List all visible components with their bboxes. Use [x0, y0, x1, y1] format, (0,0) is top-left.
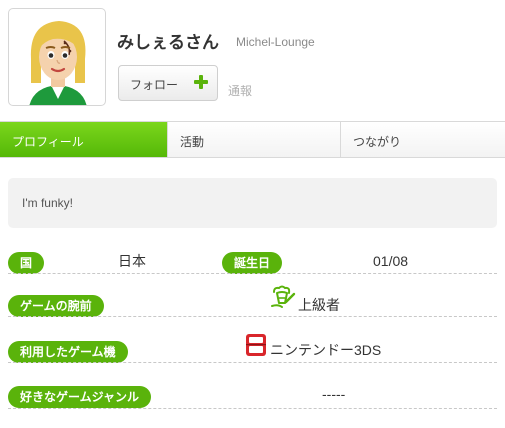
follow-button-label: フォロー	[130, 78, 179, 92]
skill-label: ゲームの腕前	[8, 295, 104, 317]
tab-connections[interactable]: つながり	[340, 122, 505, 157]
report-link[interactable]: 通報	[228, 82, 252, 99]
follow-button[interactable]: フォロー	[118, 65, 218, 101]
tab-activity[interactable]: 活動	[167, 122, 340, 157]
divider	[8, 273, 224, 274]
divider	[8, 316, 497, 317]
nintendo-3ds-icon	[246, 334, 266, 356]
genre-label: 好きなゲームジャンル	[8, 386, 152, 408]
expert-badge-icon	[271, 285, 296, 308]
systems-label: 利用したゲーム機	[8, 341, 128, 363]
profile-tabs: プロフィール 活動 つながり	[0, 121, 505, 158]
user-display-name: みしぇるさん	[117, 33, 219, 53]
divider	[8, 408, 497, 409]
genre-value: -----	[322, 386, 346, 402]
bio-text: I'm funky!	[22, 196, 73, 210]
bio-box: I'm funky!	[8, 178, 497, 228]
country-label: 国	[8, 252, 45, 274]
birthday-value: 01/08	[373, 253, 409, 269]
birthday-label: 誕生日	[222, 252, 283, 274]
tab-label: つながり	[353, 135, 402, 149]
divider	[8, 362, 497, 363]
mii-avatar-image	[29, 21, 87, 105]
skill-value: 上級者	[298, 298, 340, 314]
tab-label: プロフィール	[12, 135, 84, 149]
tab-profile[interactable]: プロフィール	[0, 122, 167, 157]
tab-label: 活動	[180, 135, 205, 149]
user-id: Michel-Lounge	[236, 35, 315, 49]
systems-value: ニンテンドー3DS	[270, 342, 382, 358]
country-value: 日本	[118, 254, 146, 270]
divider	[222, 273, 497, 274]
avatar	[8, 8, 106, 106]
plus-icon	[194, 75, 208, 89]
